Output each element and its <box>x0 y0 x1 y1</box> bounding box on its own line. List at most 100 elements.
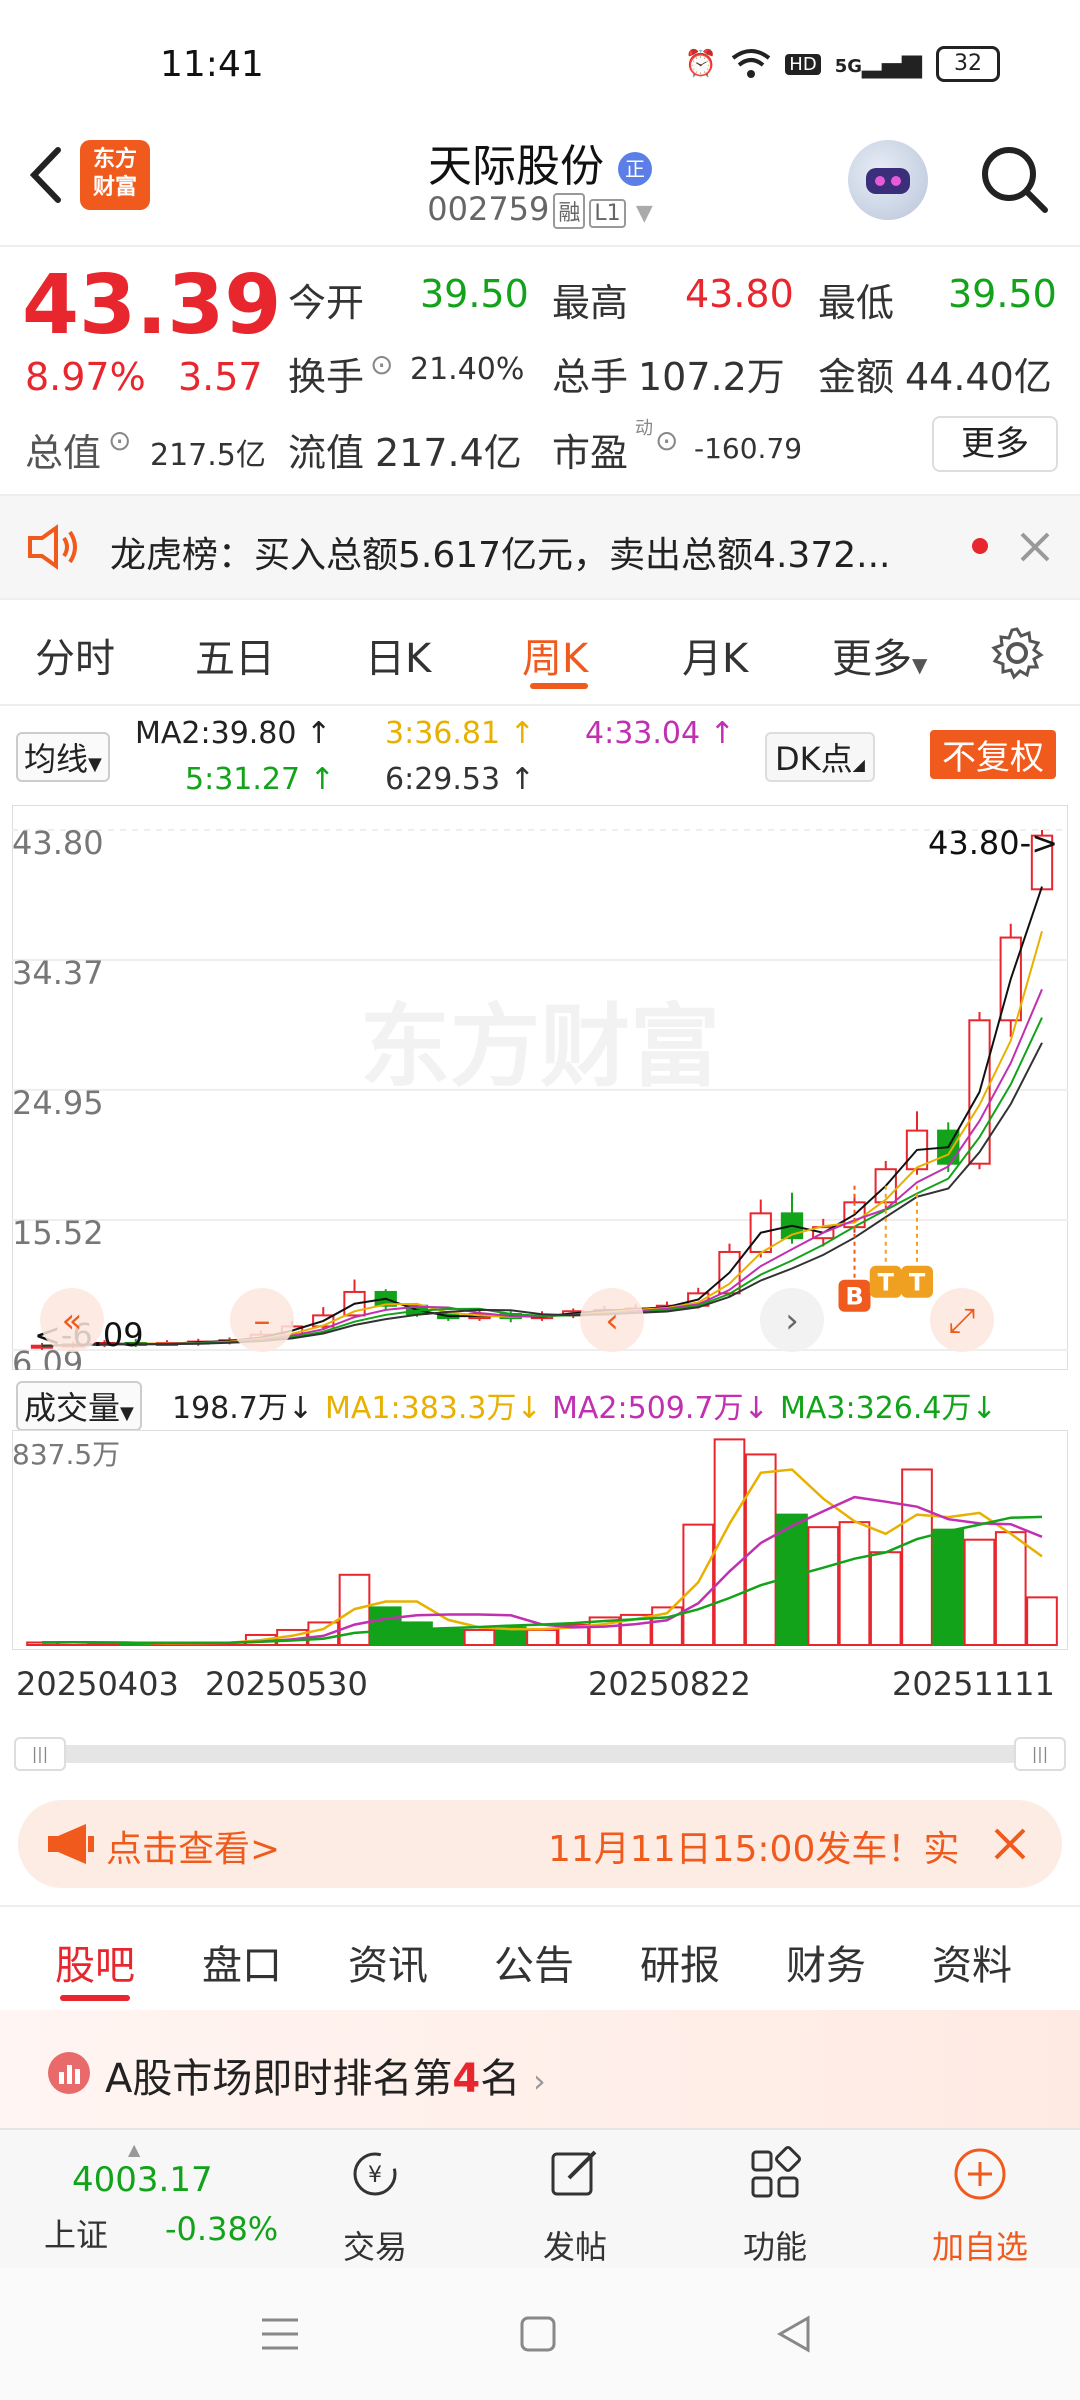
rank-chart-icon <box>48 2052 90 2094</box>
promo-right-text[interactable]: 11月11日15:00发车！实 <box>548 1820 968 1872</box>
active-tab-indicator <box>60 1995 130 2001</box>
tab-daily-k[interactable]: 日K <box>365 626 431 684</box>
edit-post-icon <box>551 2150 597 2196</box>
tab-orderbook[interactable]: 盘口 <box>202 1933 282 1991</box>
tab-financials[interactable]: 财务 <box>786 1933 866 1991</box>
ma4-text: 4:33.04 <box>585 716 701 751</box>
volume-chart[interactable]: 837.5万 <box>12 1430 1068 1650</box>
volume-bar <box>432 1628 465 1647</box>
ma6-value: 6:29.53 ↑ <box>385 762 535 797</box>
range-handle-right[interactable]: ||| <box>1014 1737 1066 1771</box>
rank-number: 4 <box>452 2056 481 2102</box>
status-time: 11:41 <box>160 44 264 85</box>
volume-bar <box>463 1628 496 1647</box>
nav-functions[interactable]: 功能 <box>705 2144 845 2268</box>
volume-bar <box>1026 1596 1058 1647</box>
volume-select-label: 成交量 <box>24 1389 121 1427</box>
tab-research[interactable]: 研报 <box>640 1933 720 1991</box>
tab-more[interactable]: 更多▼ <box>832 626 927 684</box>
bt-marker-label: B <box>845 1283 863 1311</box>
news-text[interactable]: 龙虎榜：买入总额5.617亿元，卖出总额4.372... <box>110 526 930 578</box>
nav-add-watchlist[interactable]: 加自选 <box>910 2144 1050 2268</box>
vol-ma1-text: MA1:383.3万 <box>325 1391 517 1426</box>
low-value: 39.50 <box>948 272 1057 316</box>
adjust-type-button[interactable]: 不复权 <box>930 730 1056 779</box>
nav-post[interactable]: 发帖 <box>505 2144 645 2268</box>
news-banner[interactable]: 龙虎榜：买入总额5.617亿元，卖出总额4.372... <box>0 494 1080 600</box>
volume-max-label: 837.5万 <box>12 1438 120 1471</box>
stock-name-text: 天际股份 <box>428 141 604 192</box>
change-percent: 8.97% <box>25 355 146 399</box>
range-handle-left[interactable]: ||| <box>14 1737 66 1771</box>
ma3-text: 3:36.81 <box>385 716 501 751</box>
chart-range-slider[interactable]: ||| ||| <box>14 1737 1066 1771</box>
settings-gear-icon[interactable] <box>990 626 1044 680</box>
corner-icon: ◢ <box>852 755 865 774</box>
nav-add-label: 加自选 <box>931 2228 1028 2266</box>
volume-bar <box>963 1538 996 1646</box>
tab-profile[interactable]: 资料 <box>932 1933 1012 1991</box>
mktcap-value: 217.5亿 <box>150 438 266 473</box>
low-label: 最低 <box>818 281 895 325</box>
ma-select[interactable]: 均线▼ <box>16 732 110 782</box>
verified-badge-icon: 正 <box>618 152 652 186</box>
change-amount: 3.57 <box>178 355 263 399</box>
date-tick: 20251111 <box>892 1665 1055 1703</box>
tab-forum[interactable]: 股吧 <box>55 1933 135 1991</box>
promo-banner[interactable]: 点击查看> 11月11日15:00发车！实 <box>18 1800 1062 1888</box>
ma5-value: 5:31.27 ↑ <box>185 762 335 797</box>
tab-news[interactable]: 资讯 <box>348 1933 428 1991</box>
nav-top-border <box>0 2130 1080 2138</box>
tab-five-day[interactable]: 五日 <box>195 626 275 684</box>
menu-icon[interactable] <box>258 2314 302 2354</box>
index-name[interactable]: 上证 <box>44 2210 108 2256</box>
more-quote-button[interactable]: 更多 <box>932 416 1058 472</box>
add-circle-icon <box>954 2148 1006 2200</box>
mktcap-info-icon[interactable]: ⊙ <box>108 424 131 457</box>
chevron-right-icon: › <box>532 2062 546 2100</box>
volume-value: 198.7万↓ <box>172 1391 314 1426</box>
tab-weekly-k[interactable]: 周K <box>522 626 588 684</box>
close-icon[interactable] <box>992 1826 1028 1862</box>
stock-code: 002759 <box>427 190 550 228</box>
home-icon[interactable] <box>518 2314 558 2354</box>
volume-bar <box>526 1628 558 1647</box>
battery-icon: 32 <box>936 46 1000 82</box>
system-navigation-bar <box>0 2268 1080 2400</box>
index-change[interactable]: -0.38% <box>165 2210 278 2248</box>
info-icon[interactable]: ⊙ <box>370 348 393 381</box>
dropdown-icon: ▼ <box>88 754 102 775</box>
volume-bar <box>869 1551 902 1646</box>
nav-post-label: 发帖 <box>542 2228 607 2266</box>
current-price: 43.39 <box>22 258 282 353</box>
date-tick: 20250822 <box>588 1665 751 1703</box>
y-tick-label: 15.52 <box>12 1214 104 1252</box>
pe-info-icon[interactable]: ⊙ <box>655 424 678 457</box>
volume-label: 总手 <box>552 355 629 399</box>
volume-select[interactable]: 成交量▼ <box>16 1381 142 1431</box>
ma-select-label: 均线 <box>24 740 89 778</box>
collapse-arrow-icon[interactable]: ▲ <box>128 2140 140 2159</box>
back-triangle-icon[interactable] <box>774 2314 814 2354</box>
dk-point-button[interactable]: DK点◢ <box>765 732 875 782</box>
close-icon[interactable] <box>1018 530 1052 564</box>
promo-left-text[interactable]: 点击查看> <box>106 1820 280 1872</box>
rank-banner[interactable]: A股市场即时排名第4名 › <box>0 2010 1080 2128</box>
rank-text: A股市场即时排名第4名 › <box>105 2046 546 2104</box>
turnover-label: 换手 <box>288 355 365 399</box>
vol-ma3-text: MA3:326.4万 <box>780 1391 972 1426</box>
dropdown-icon: ▼ <box>912 653 928 677</box>
kline-chart[interactable]: 东方财富43.8034.3724.9515.526.0943.80-><-6.0… <box>12 805 1068 1370</box>
high-price-marker: 43.80-> <box>928 824 1058 862</box>
nav-trade[interactable]: ¥ 交易 <box>305 2144 445 2268</box>
float-label: 流值 <box>288 431 365 475</box>
tab-monthly-k[interactable]: 月K <box>682 626 748 684</box>
tab-announcements[interactable]: 公告 <box>494 1933 574 1991</box>
vol-ma3: MA3:326.4万↓ <box>780 1391 997 1426</box>
vol-ma1: MA1:383.3万↓ <box>325 1391 542 1426</box>
assistant-robot-icon[interactable] <box>848 140 928 220</box>
tab-intraday[interactable]: 分时 <box>35 626 115 684</box>
search-icon[interactable] <box>975 140 1055 220</box>
index-value[interactable]: 4003.17 <box>72 2160 213 2200</box>
date-tick: 20250530 <box>205 1665 368 1703</box>
